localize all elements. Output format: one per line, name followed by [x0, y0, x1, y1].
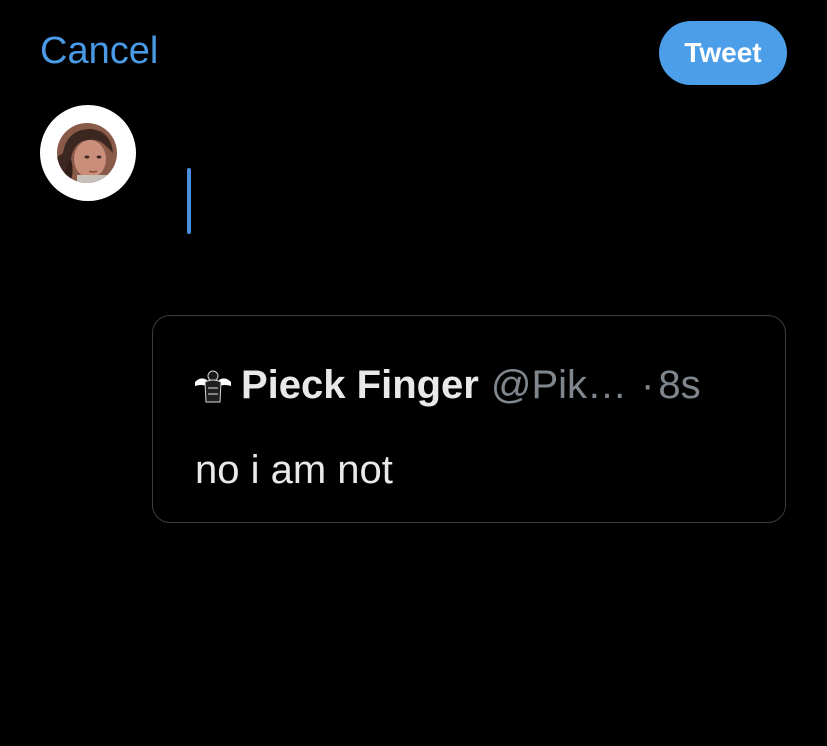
quoted-timestamp: 8s	[658, 363, 701, 407]
quoted-author-handle: @Pik…	[490, 363, 628, 407]
tweet-compose-input[interactable]	[175, 160, 775, 250]
user-avatar[interactable]	[40, 105, 136, 201]
tweet-button-label: Tweet	[684, 37, 762, 68]
tweet-button[interactable]: Tweet	[659, 21, 787, 85]
quoted-separator: ·	[641, 363, 655, 407]
user-avatar-image	[57, 123, 117, 183]
quoted-author-name: Pieck Finger	[241, 363, 479, 407]
quoted-tweet-text: no i am not	[195, 448, 393, 492]
cancel-button[interactable]: Cancel	[40, 28, 158, 74]
quoted-tweet-card[interactable]: Pieck Finger @Pik… · 8s no i am not	[152, 315, 786, 523]
user-avatar-photo	[57, 123, 117, 183]
quoted-author-avatar-icon	[193, 366, 233, 406]
quoted-tweet-header: Pieck Finger @Pik… · 8s	[193, 363, 701, 408]
